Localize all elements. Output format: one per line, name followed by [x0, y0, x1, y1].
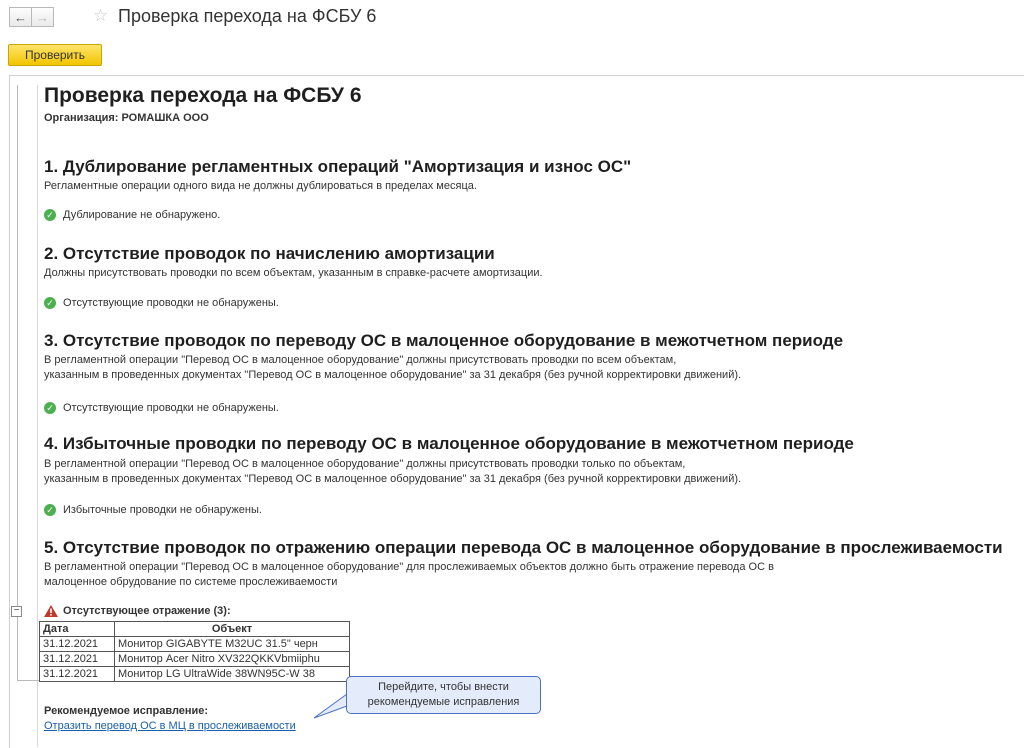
section-3-result-text: Отсутствующие проводки не обнаружены. [63, 402, 279, 414]
check-circle-icon: ✓ [44, 504, 56, 516]
warning-text: Отсутствующее отражение (3): [63, 605, 231, 617]
section-3-title: 3. Отсутствие проводок по переводу ОС в … [44, 331, 844, 350]
forward-button[interactable]: → [31, 7, 54, 27]
warning-icon [44, 605, 58, 617]
section-2-result: ✓ Отсутствующие проводки не обнаружены. [44, 297, 279, 309]
section-5-description-line-2: малоценное обрудование по системе просле… [44, 576, 338, 588]
group-bracket-end [17, 680, 40, 681]
check-circle-icon: ✓ [44, 297, 56, 309]
table-header-row: Дата Объект [39, 621, 350, 637]
collapse-group-toggle[interactable]: − [11, 606, 22, 617]
section-5-title: 5. Отсутствие проводок по отражению опер… [44, 538, 1003, 557]
section-1-result-text: Дублирование не обнаружено. [63, 209, 221, 221]
column-header-date: Дата [39, 621, 115, 637]
section-2-description: Должны присутствовать проводки по всем о… [44, 267, 543, 279]
section-4-result: ✓ Избыточные проводки не обнаружены. [44, 504, 262, 516]
table-row[interactable]: 31.12.2021 Монитор LG UltraWide 38WN95C-… [39, 666, 350, 682]
group-bracket-line [17, 85, 18, 681]
section-3-description-line-2: указанным в проведенных документах "Пере… [44, 369, 742, 381]
section-4-title: 4. Избыточные проводки по переводу ОС в … [44, 434, 854, 453]
cell-date: 31.12.2021 [39, 666, 115, 682]
missing-reflection-table: Дата Объект 31.12.2021 Монитор GIGABYTE … [39, 621, 350, 682]
favorite-star-icon[interactable]: ☆ [93, 6, 108, 26]
section-4-description-line-1: В регламентной операции "Перевод ОС в ма… [44, 458, 686, 470]
section-3-description-line-1: В регламентной операции "Перевод ОС в ма… [44, 354, 677, 366]
check-circle-icon: ✓ [44, 209, 56, 221]
cell-object[interactable]: Монитор LG UltraWide 38WN95C-W 38 [114, 666, 350, 682]
tooltip-line-2: рекомендуемые исправления [367, 696, 520, 708]
report-column-divider [37, 85, 38, 747]
arrow-left-icon: ← [14, 9, 27, 25]
report-title: Проверка перехода на ФСБУ 6 [44, 84, 362, 107]
check-button[interactable]: Проверить [8, 44, 102, 66]
back-button[interactable]: ← [9, 7, 32, 27]
cell-date: 31.12.2021 [39, 636, 115, 652]
section-3-result: ✓ Отсутствующие проводки не обнаружены. [44, 402, 279, 414]
navigation-buttons: ← → [9, 7, 54, 27]
tooltip-line-1: Перейдите, чтобы внести [378, 681, 509, 693]
table-row[interactable]: 31.12.2021 Монитор Acer Nitro XV322QKKVb… [39, 651, 350, 667]
recommendation-link[interactable]: Отразить перевод ОС в МЦ в прослеживаемо… [44, 720, 296, 732]
section-1-title: 1. Дублирование регламентных операций "А… [44, 157, 632, 176]
cell-object[interactable]: Монитор Acer Nitro XV322QKKVbmiiphu [114, 651, 350, 667]
missing-reflection-warning: Отсутствующее отражение (3): [44, 605, 231, 617]
section-1-result: ✓ Дублирование не обнаружено. [44, 209, 220, 221]
section-2-title: 2. Отсутствие проводок по начислению амо… [44, 244, 495, 263]
window-title: Проверка перехода на ФСБУ 6 [118, 6, 377, 26]
section-5-description-line-1: В регламентной операции "Перевод ОС в ма… [44, 561, 774, 573]
check-circle-icon: ✓ [44, 402, 56, 414]
cell-object[interactable]: Монитор GIGABYTE M32UC 31.5" черн [114, 636, 350, 652]
section-1-description: Регламентные операции одного вида не дол… [44, 180, 477, 192]
tooltip-pointer [314, 693, 350, 719]
section-4-description-line-2: указанным в проведенных документах "Пере… [44, 473, 742, 485]
arrow-right-icon: → [36, 9, 49, 25]
section-2-result-text: Отсутствующие проводки не обнаружены. [63, 297, 279, 309]
section-4-result-text: Избыточные проводки не обнаружены. [63, 504, 262, 516]
table-row[interactable]: 31.12.2021 Монитор GIGABYTE M32UC 31.5" … [39, 636, 350, 652]
column-header-object: Объект [114, 621, 350, 637]
hint-tooltip: Перейдите, чтобы внести рекомендуемые ис… [346, 676, 541, 714]
cell-date: 31.12.2021 [39, 651, 115, 667]
organization-label: Организация: РОМАШКА ООО [44, 112, 209, 124]
recommendation-label: Рекомендуемое исправление: [44, 705, 209, 717]
